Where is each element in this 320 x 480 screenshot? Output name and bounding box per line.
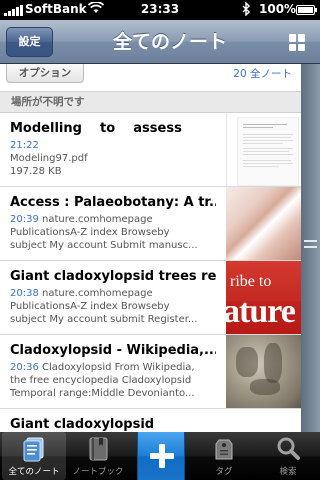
note-title: Modelling to assess xyxy=(10,121,182,136)
tab-notebooks[interactable]: ノートブック xyxy=(66,432,130,480)
tab-tags[interactable]: タグ xyxy=(192,432,256,480)
note-date: 20:38 xyxy=(10,288,39,299)
note-snippet-line1: 20:39 nature.comhomepage xyxy=(10,214,153,225)
section-header: 場所が不明です xyxy=(0,91,301,113)
image-thumbnail xyxy=(226,187,301,260)
battery-percent: 100% xyxy=(259,2,297,16)
nature-thumbnail: ribe to ature xyxy=(226,261,301,334)
status-bar: SoftBank 23:33 100% xyxy=(0,0,320,20)
note-snippet-line3: subject My account Submit manusc... xyxy=(10,240,198,251)
note-title: Cladoxylopsid - Wikipedia,... xyxy=(10,343,216,358)
fossil-photo-thumbnail xyxy=(226,335,301,408)
tab-label: ノートブック xyxy=(72,467,124,477)
nature-logo: ature xyxy=(226,293,296,330)
list-item[interactable]: Cladoxylopsid - Wikipedia,... 20:36 Clad… xyxy=(0,335,301,409)
note-date: 21:22 xyxy=(10,140,39,151)
tab-label: 全てのノート xyxy=(8,467,60,477)
note-file-size: 197.28 KB xyxy=(10,166,62,177)
search-icon xyxy=(275,436,301,465)
note-snippet-line3: subject My account submit Register... xyxy=(10,314,198,325)
note-snippet-line1: 20:36 Cladoxylopsid From Wikipedia, xyxy=(10,362,195,373)
tab-all-notes[interactable]: 全てのノート xyxy=(2,432,66,480)
note-date: 20:36 xyxy=(10,362,39,373)
tab-label: タグ xyxy=(215,467,233,477)
options-button[interactable]: オプション xyxy=(6,64,84,83)
tag-icon xyxy=(211,436,237,465)
scroll-handle[interactable] xyxy=(304,240,317,248)
document-thumbnail xyxy=(226,113,301,186)
notes-icon xyxy=(21,436,47,465)
tab-search[interactable]: 検索 xyxy=(256,432,320,480)
note-count: 20 全ノート xyxy=(233,68,292,80)
list-item[interactable]: Giant cladoxylopsid xyxy=(0,409,301,432)
add-note-button[interactable] xyxy=(137,432,185,480)
tab-label: 検索 xyxy=(279,467,297,477)
bluetooth-icon xyxy=(242,1,251,19)
index-scroll-strip[interactable] xyxy=(301,64,320,432)
note-snippet-line1: 20:38 nature.comhomepage xyxy=(10,288,153,299)
list-item[interactable]: Modelling to assess 21:22 Modeling97.pdf… xyxy=(0,113,301,187)
navigation-bar: 設定 全てのノート xyxy=(0,20,320,64)
page-title: 全てのノート xyxy=(112,31,227,53)
list-item[interactable]: Access : Palaeobotany: A tr... 20:39 nat… xyxy=(0,187,301,261)
notebook-icon xyxy=(85,436,111,465)
notes-list[interactable]: オプション 20 全ノート 場所が不明です Modelling to asses… xyxy=(0,64,301,432)
list-item[interactable]: Giant cladoxylopsid trees re... 20:38 na… xyxy=(0,261,301,335)
note-date: 20:39 xyxy=(10,214,39,225)
options-bar: オプション 20 全ノート xyxy=(0,64,301,91)
note-snippet-line2: PublicationsA-Z index Browseby xyxy=(10,227,170,238)
nature-thumbnail-caption: ribe to xyxy=(230,273,272,290)
settings-button[interactable]: 設定 xyxy=(6,27,53,57)
note-snippet-line2: the free encyclopedia Cladoxylopsid xyxy=(10,375,192,386)
note-snippet-line2: PublicationsA-Z index Browseby xyxy=(10,301,170,312)
note-title: Access : Palaeobotany: A tr... xyxy=(10,195,216,210)
note-title: Giant cladoxylopsid trees re... xyxy=(10,269,216,284)
battery-icon xyxy=(296,5,317,15)
note-title: Giant cladoxylopsid xyxy=(10,417,155,432)
grid-view-icon[interactable] xyxy=(289,34,306,51)
note-snippet-line3: Temporal range:Middle Devonianto... xyxy=(10,388,195,399)
note-file-name: Modeling97.pdf xyxy=(10,153,88,164)
